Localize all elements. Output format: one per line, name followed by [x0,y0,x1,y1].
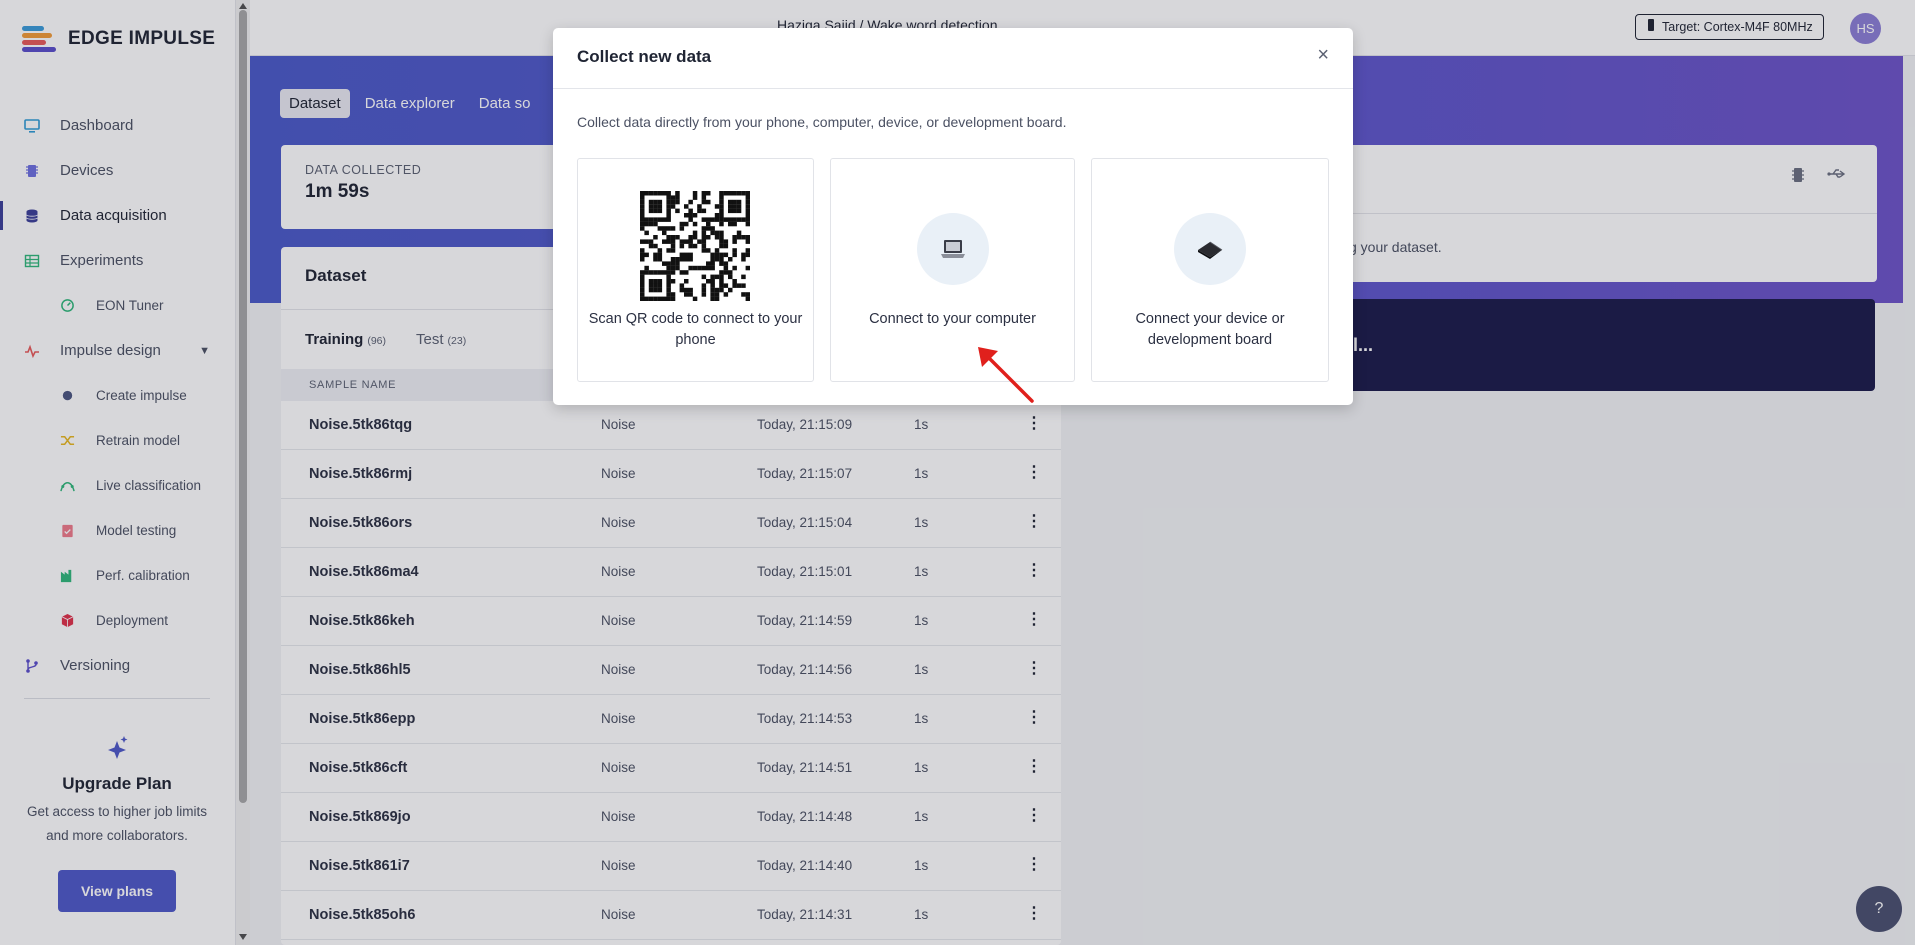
collect-new-data-modal: Collect new data × Collect data directly… [553,28,1353,405]
laptop-icon [916,213,989,285]
modal-description: Collect data directly from your phone, c… [577,114,1067,130]
option-label: Scan QR code to connect to your phone [588,311,803,348]
option-label: Connect your device or development board [1135,311,1285,348]
qr-code-icon [640,191,751,306]
option-scan-qr-code[interactable]: Scan QR code to connect to your phone [577,158,814,382]
device-icon [1174,213,1246,285]
annotation-arrow-icon [978,347,1034,403]
option-label: Connect to your computer [869,311,1036,327]
option-connect-device[interactable]: Connect your device or development board [1091,158,1329,382]
modal-header: Collect new data × [553,28,1353,89]
close-icon[interactable]: × [1317,44,1329,67]
modal-title: Collect new data [577,47,712,66]
